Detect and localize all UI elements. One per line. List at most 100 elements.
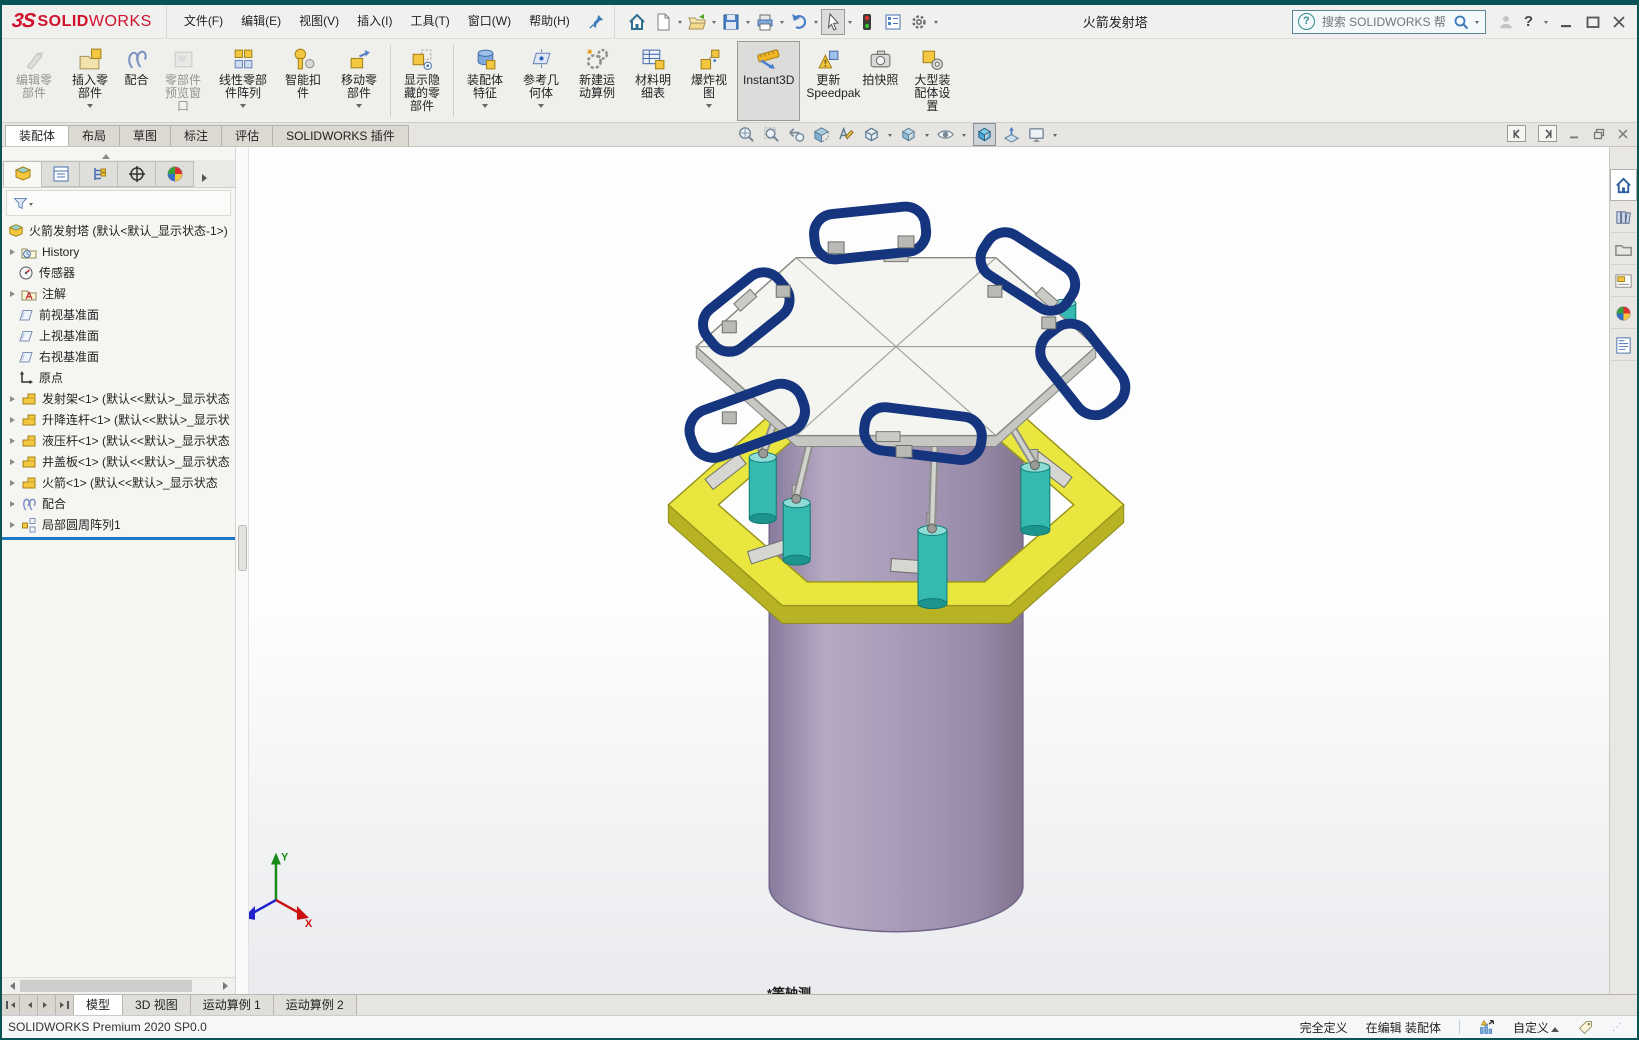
search-input[interactable] <box>1320 14 1448 30</box>
tree-item-mates[interactable]: 配合 <box>2 493 235 514</box>
first-tab-button[interactable] <box>2 995 20 1015</box>
maximize-button[interactable] <box>1585 14 1601 30</box>
help-search-box[interactable]: ? <box>1292 10 1486 34</box>
doc-restore-button[interactable] <box>1593 128 1605 140</box>
view-orientation-dropdown[interactable] <box>888 134 892 139</box>
performance-monitor-icon[interactable] <box>1478 1019 1495 1036</box>
menu-insert[interactable]: 插入(I) <box>348 5 401 38</box>
custom-toolbar-selector[interactable]: 自定义 <box>1513 1019 1559 1036</box>
save-dropdown-arrow[interactable] <box>746 21 750 26</box>
ribbon-show-hidden-components[interactable]: 显示隐藏的零部件 <box>394 41 450 121</box>
menu-help[interactable]: 帮助(H) <box>520 5 579 38</box>
tab-3d-views[interactable]: 3D 视图 <box>123 995 191 1015</box>
zoom-area-button[interactable] <box>762 125 781 144</box>
display-style-dropdown[interactable] <box>925 134 929 139</box>
tab-markup[interactable]: 标注 <box>170 125 222 146</box>
doc-close-button[interactable] <box>1617 128 1629 140</box>
ribbon-update-speedpak[interactable]: 更新Speedpak <box>800 41 856 121</box>
tree-item-circular-pattern[interactable]: 局部圆周阵列1 <box>2 514 235 535</box>
dropdown-arrow[interactable] <box>538 104 544 111</box>
tree-root-assembly[interactable]: 火箭发射塔 (默认<默认_显示状态-1>) <box>2 220 235 241</box>
tree-item-right-plane[interactable]: 右视基准面 <box>2 346 235 367</box>
dropdown-arrow[interactable] <box>482 104 488 111</box>
previous-view-button[interactable] <box>787 125 806 144</box>
search-dropdown-arrow[interactable] <box>1475 21 1479 26</box>
next-tab-button[interactable] <box>38 995 56 1015</box>
view-orientation-button[interactable] <box>862 125 881 144</box>
rebuild-button[interactable] <box>855 9 879 35</box>
tree-item-cover-plate[interactable]: 井盖板<1> (默认<<默认>_显示状态 <box>2 451 235 472</box>
zoom-fit-button[interactable] <box>737 125 756 144</box>
help-dropdown-arrow[interactable] <box>1544 21 1548 26</box>
scroll-left-arrow[interactable] <box>2 978 18 994</box>
minimize-button[interactable] <box>1559 14 1575 30</box>
menu-window[interactable]: 窗口(W) <box>459 5 520 38</box>
filter-dropdown-arrow[interactable] <box>29 203 33 208</box>
scrollbar-thumb[interactable] <box>20 980 192 992</box>
tree-item-origin[interactable]: 原点 <box>2 367 235 388</box>
user-account-icon[interactable] <box>1498 14 1514 30</box>
tree-item-launch-frame[interactable]: 发射架<1> (默认<<默认>_显示状态 <box>2 388 235 409</box>
open-button[interactable] <box>685 9 709 35</box>
ribbon-linear-pattern[interactable]: 线性零部件阵列 <box>211 41 275 121</box>
hide-show-dropdown[interactable] <box>962 134 966 139</box>
select-tool-button[interactable] <box>821 9 845 35</box>
expand-arrow-icon[interactable] <box>10 438 18 444</box>
view-settings-button[interactable] <box>973 123 996 146</box>
tree-item-history[interactable]: History <box>2 241 235 262</box>
tab-assembly[interactable]: 装配体 <box>5 125 69 146</box>
tab-motion-study-1[interactable]: 运动算例 1 <box>191 995 274 1015</box>
previous-document-button[interactable] <box>1507 125 1526 142</box>
tab-motion-study-2[interactable]: 运动算例 2 <box>274 995 357 1015</box>
expand-arrow-icon[interactable] <box>10 480 18 486</box>
ribbon-bill-of-materials[interactable]: 材料明细表 <box>625 41 681 121</box>
home-button[interactable] <box>625 9 649 35</box>
doc-minimize-button[interactable] <box>1569 128 1581 140</box>
tab-feature-tree[interactable] <box>3 161 42 187</box>
tab-layout[interactable]: 布局 <box>68 125 120 146</box>
tab-evaluate[interactable]: 评估 <box>221 125 273 146</box>
menu-file[interactable]: 文件(F) <box>175 5 232 38</box>
section-view-button[interactable] <box>812 125 831 144</box>
splitter-grip[interactable] <box>238 525 247 571</box>
select-dropdown-arrow[interactable] <box>848 21 852 26</box>
ribbon-instant3d[interactable]: Instant3D <box>737 41 800 121</box>
dropdown-arrow[interactable] <box>87 104 93 111</box>
expand-arrow-icon[interactable] <box>10 459 18 465</box>
expand-arrow-icon[interactable] <box>10 396 18 402</box>
tree-item-lift-linkage[interactable]: 升降连杆<1> (默认<<默认>_显示状 <box>2 409 235 430</box>
expand-arrow-icon[interactable] <box>10 417 18 423</box>
taskpane-custom-properties-button[interactable] <box>1610 329 1637 361</box>
undo-dropdown-arrow[interactable] <box>814 21 818 26</box>
taskpane-file-explorer-button[interactable] <box>1610 233 1637 265</box>
print-button[interactable] <box>753 9 777 35</box>
ribbon-mate[interactable]: 配合 <box>118 41 155 121</box>
ribbon-take-snapshot[interactable]: 拍快照 <box>856 41 904 121</box>
settings-dropdown-arrow[interactable] <box>934 21 938 26</box>
menu-tools[interactable]: 工具(T) <box>401 5 458 38</box>
ribbon-large-assembly-settings[interactable]: 大型装配体设置 <box>904 41 960 121</box>
open-dropdown-arrow[interactable] <box>712 21 716 26</box>
tree-item-annotations[interactable]: 注解 <box>2 283 235 304</box>
expand-arrow-icon[interactable] <box>10 249 18 255</box>
panel-splitter[interactable] <box>236 147 249 994</box>
options-list-button[interactable] <box>881 9 905 35</box>
ribbon-assembly-features[interactable]: 装配体特征 <box>457 41 513 121</box>
close-button[interactable] <box>1611 14 1627 30</box>
tree-item-front-plane[interactable]: 前视基准面 <box>2 304 235 325</box>
dropdown-arrow[interactable] <box>356 104 362 111</box>
settings-gear-button[interactable] <box>907 9 931 35</box>
tab-property-manager[interactable] <box>41 161 80 187</box>
ribbon-move-component[interactable]: 移动零部件 <box>331 41 387 121</box>
scroll-right-arrow[interactable] <box>219 978 235 994</box>
expand-arrow-icon[interactable] <box>10 522 18 528</box>
screen-layout-dropdown[interactable] <box>1053 134 1057 139</box>
panel-tabs-overflow-arrow[interactable] <box>202 174 211 182</box>
tab-sketch[interactable]: 草图 <box>119 125 171 146</box>
tag-icon[interactable] <box>1577 1019 1594 1036</box>
new-dropdown-arrow[interactable] <box>678 21 682 26</box>
tree-item-hydraulic-rod[interactable]: 液压杆<1> (默认<<默认>_显示状态 <box>2 430 235 451</box>
tree-item-sensors[interactable]: 传感器 <box>2 262 235 283</box>
tab-addins[interactable]: SOLIDWORKS 插件 <box>272 125 409 146</box>
save-button[interactable] <box>719 9 743 35</box>
